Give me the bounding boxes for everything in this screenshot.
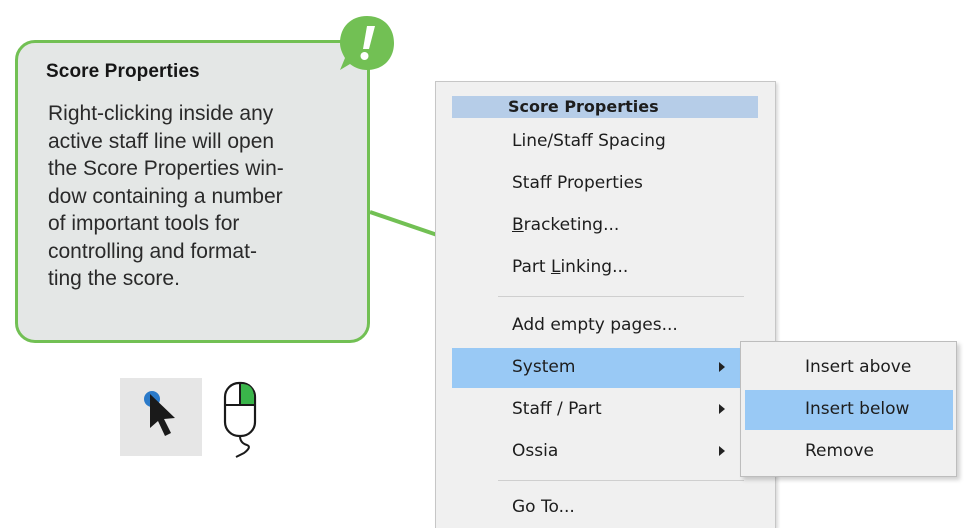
menu-item-ossia[interactable]: Ossia xyxy=(452,432,758,472)
callout-title: Score Properties xyxy=(46,61,200,82)
menu-item-go-to[interactable]: Go To... xyxy=(452,488,758,528)
menu-item-label: System xyxy=(512,357,576,377)
menu-item-staff-properties[interactable]: Staff Properties xyxy=(452,164,758,204)
menu-item-system[interactable]: System xyxy=(452,348,758,388)
menu-separator xyxy=(498,296,744,297)
callout-line: dow containing a number xyxy=(48,184,283,208)
submenu-item-insert-below[interactable]: Insert below xyxy=(745,390,953,430)
submenu-arrow-icon xyxy=(719,362,725,372)
submenu-item-label: Remove xyxy=(805,441,874,461)
callout-line: Right-clicking inside any xyxy=(48,102,274,125)
submenu-item-remove[interactable]: Remove xyxy=(745,432,953,472)
menu-item-label: Go To... xyxy=(512,497,575,517)
alert-badge-icon xyxy=(340,16,394,70)
menu-item-label: Part Linking... xyxy=(512,257,629,277)
submenu-item-label: Insert above xyxy=(805,357,912,377)
menu-item-label: Staff / Part xyxy=(512,399,602,419)
callout-line: controlling and format- xyxy=(48,239,257,263)
submenu-arrow-icon xyxy=(719,446,725,456)
menu-item-label: Bracketing... xyxy=(512,215,620,235)
menu-item-bracketing[interactable]: Bracketing... xyxy=(452,206,758,246)
menu-separator xyxy=(498,480,744,481)
menu-item-label: Ossia xyxy=(512,441,559,461)
menu-item-add-empty-pages[interactable]: Add empty pages... xyxy=(452,306,758,346)
pointer-tile xyxy=(120,378,202,456)
menu-item-label: Line/Staff Spacing xyxy=(512,131,666,151)
callout-line: active staff line will open xyxy=(48,129,275,153)
callout-line: the Score Properties win- xyxy=(48,157,284,180)
callout-line: of important tools for xyxy=(48,212,240,235)
mouse-right-click-icon xyxy=(223,381,257,458)
submenu-item-insert-above[interactable]: Insert above xyxy=(745,348,953,388)
submenu-item-label: Insert below xyxy=(805,399,910,419)
menu-item-label: Staff Properties xyxy=(512,173,643,193)
menu-header-title: Score Properties xyxy=(508,97,659,116)
menu-item-line-staff-spacing[interactable]: Line/Staff Spacing xyxy=(452,122,758,162)
cursor-arrow-icon xyxy=(144,391,175,436)
menu-item-staff-part[interactable]: Staff / Part xyxy=(452,390,758,430)
menu-item-part-linking[interactable]: Part Linking... xyxy=(452,248,758,288)
submenu-arrow-icon xyxy=(719,404,725,414)
callout-body: Right-clicking inside any active staff l… xyxy=(48,100,348,293)
menu-item-label: Add empty pages... xyxy=(512,315,678,335)
callout-line: ting the score. xyxy=(48,267,180,290)
